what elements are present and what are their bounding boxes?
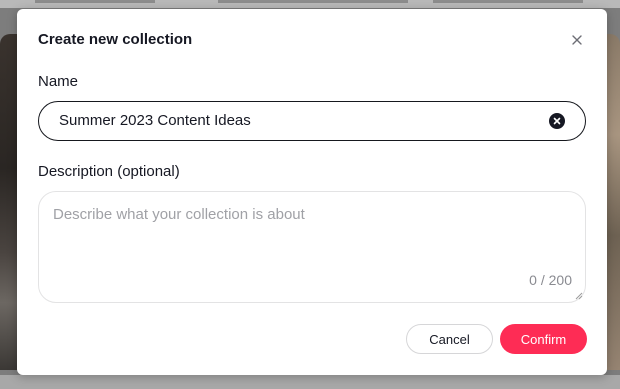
name-input[interactable]	[59, 102, 529, 140]
clear-input-icon	[553, 117, 561, 125]
confirm-button[interactable]: Confirm	[500, 324, 587, 354]
character-counter: 0 / 200	[529, 272, 572, 288]
background-segment	[433, 0, 583, 3]
background-video-card-right	[606, 34, 620, 370]
background-segment	[35, 0, 155, 3]
close-icon	[572, 35, 582, 45]
background-bottom-strip	[0, 375, 620, 389]
name-label: Name	[38, 73, 79, 90]
dialog-title: Create new collection	[38, 31, 193, 48]
description-field[interactable]: 0 / 200	[38, 191, 586, 303]
create-collection-dialog: Create new collection Name Description (…	[17, 9, 607, 375]
clear-name-button[interactable]	[549, 113, 565, 129]
close-button[interactable]	[568, 31, 586, 49]
description-textarea[interactable]	[53, 206, 553, 266]
name-field[interactable]	[38, 101, 586, 141]
resize-handle-icon[interactable]	[575, 292, 583, 300]
cancel-button[interactable]: Cancel	[406, 324, 493, 354]
background-segment	[218, 0, 408, 3]
background-top-strip	[0, 0, 620, 8]
description-label: Description (optional)	[38, 163, 180, 180]
